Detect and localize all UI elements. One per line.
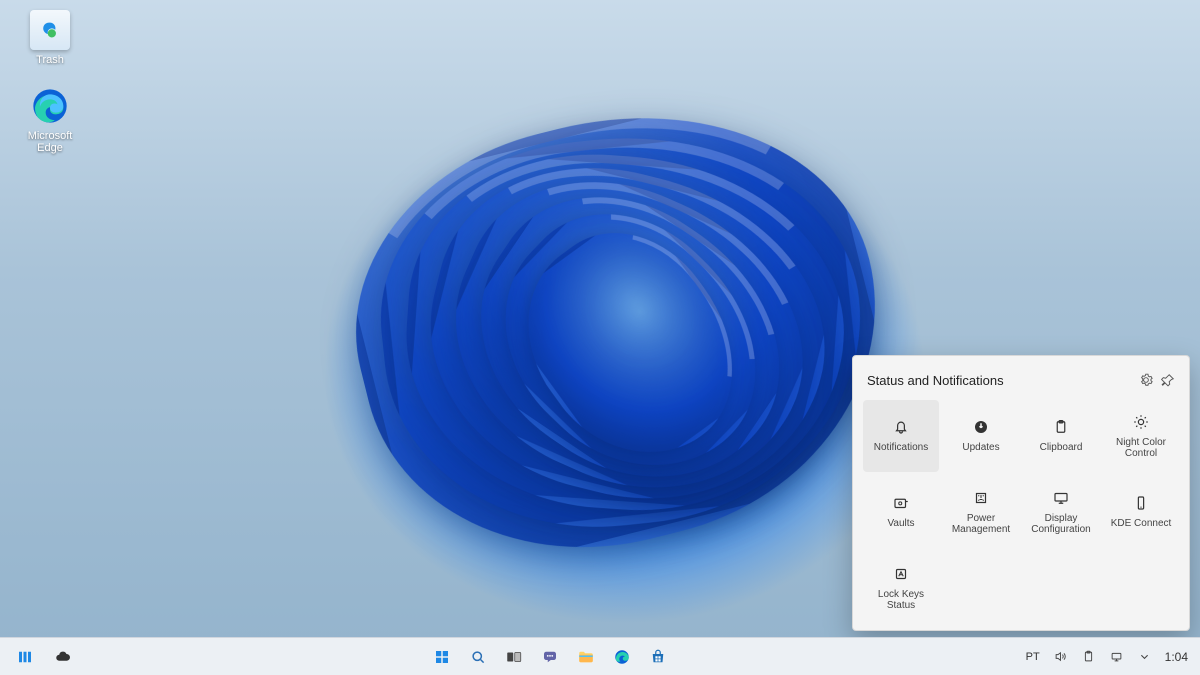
tile-updates[interactable]: Updates [943, 400, 1019, 472]
edge-icon [30, 86, 70, 126]
popup-tile-grid: Notifications Updates Clipboard Night Co… [863, 400, 1179, 624]
taskbar-chat[interactable] [535, 642, 565, 672]
chevron-down-icon [1137, 649, 1152, 664]
network-icon [1109, 649, 1124, 664]
app-launcher-icon [16, 648, 34, 666]
tile-label: Night Color Control [1103, 437, 1179, 460]
tile-label: Power Management [943, 513, 1019, 536]
store-icon [649, 648, 667, 666]
clipboard-icon [1052, 418, 1070, 436]
configure-button[interactable] [1135, 369, 1157, 391]
popup-header: Status and Notifications [863, 366, 1179, 394]
vaults-icon [892, 494, 910, 512]
tile-notifications[interactable]: Notifications [863, 400, 939, 472]
tile-label: Clipboard [1036, 442, 1087, 454]
taskbar-kickoff[interactable] [10, 642, 40, 672]
search-icon [469, 648, 487, 666]
taskbar: PT 1:04 [0, 637, 1200, 675]
tile-kdeconnect[interactable]: KDE Connect [1103, 476, 1179, 548]
tray-volume[interactable] [1051, 642, 1071, 672]
desktop-icon-trash[interactable]: Trash [10, 10, 90, 66]
desktop-icon-label: Microsoft Edge [28, 130, 73, 154]
cloud-icon [54, 648, 72, 666]
taskbar-search[interactable] [463, 642, 493, 672]
windows-icon [433, 648, 451, 666]
desktop-icon-edge[interactable]: Microsoft Edge [10, 86, 90, 154]
taskbar-start[interactable] [427, 642, 457, 672]
taskbar-explorer[interactable] [571, 642, 601, 672]
tray-clipboard[interactable] [1079, 642, 1099, 672]
tray-expand[interactable] [1135, 642, 1155, 672]
display-icon [1052, 489, 1070, 507]
pin-icon [1161, 373, 1175, 387]
tile-night-color[interactable]: Night Color Control [1103, 400, 1179, 472]
folder-icon [577, 648, 595, 666]
bell-icon [892, 418, 910, 436]
tile-vaults[interactable]: Vaults [863, 476, 939, 548]
power-icon [972, 489, 990, 507]
tile-lockkeys[interactable]: Lock Keys Status [863, 552, 939, 624]
desktop-icon-label: Trash [36, 54, 64, 66]
taskbar-store[interactable] [643, 642, 673, 672]
pin-button[interactable] [1157, 369, 1179, 391]
taskbar-taskview[interactable] [499, 642, 529, 672]
tile-label: KDE Connect [1107, 518, 1176, 530]
taskbar-cloud[interactable] [48, 642, 78, 672]
taskbar-edge[interactable] [607, 642, 637, 672]
brightness-icon [1132, 413, 1150, 431]
phone-icon [1132, 494, 1150, 512]
taskview-icon [505, 648, 523, 666]
trash-icon [30, 10, 70, 50]
gear-icon [1139, 373, 1153, 387]
tile-clipboard[interactable]: Clipboard [1023, 400, 1099, 472]
tile-label: Notifications [870, 442, 932, 454]
tray-clock[interactable]: 1:04 [1163, 642, 1190, 672]
tray-network[interactable] [1107, 642, 1127, 672]
tile-label: Lock Keys Status [863, 589, 939, 612]
systray-popup: Status and Notifications Notifications U… [852, 355, 1190, 631]
edge-icon [613, 648, 631, 666]
tile-label: Vaults [883, 518, 918, 530]
tile-display[interactable]: Display Configuration [1023, 476, 1099, 548]
volume-icon [1053, 649, 1068, 664]
tile-label: Updates [958, 442, 1003, 454]
tile-label: Display Configuration [1023, 513, 1099, 536]
tile-power[interactable]: Power Management [943, 476, 1019, 548]
lockkeys-icon [892, 565, 910, 583]
chat-icon [541, 648, 559, 666]
clipboard-icon [1081, 649, 1096, 664]
updates-icon [972, 418, 990, 436]
tray-keyboard-layout[interactable]: PT [1023, 642, 1043, 672]
popup-title: Status and Notifications [863, 373, 1135, 388]
